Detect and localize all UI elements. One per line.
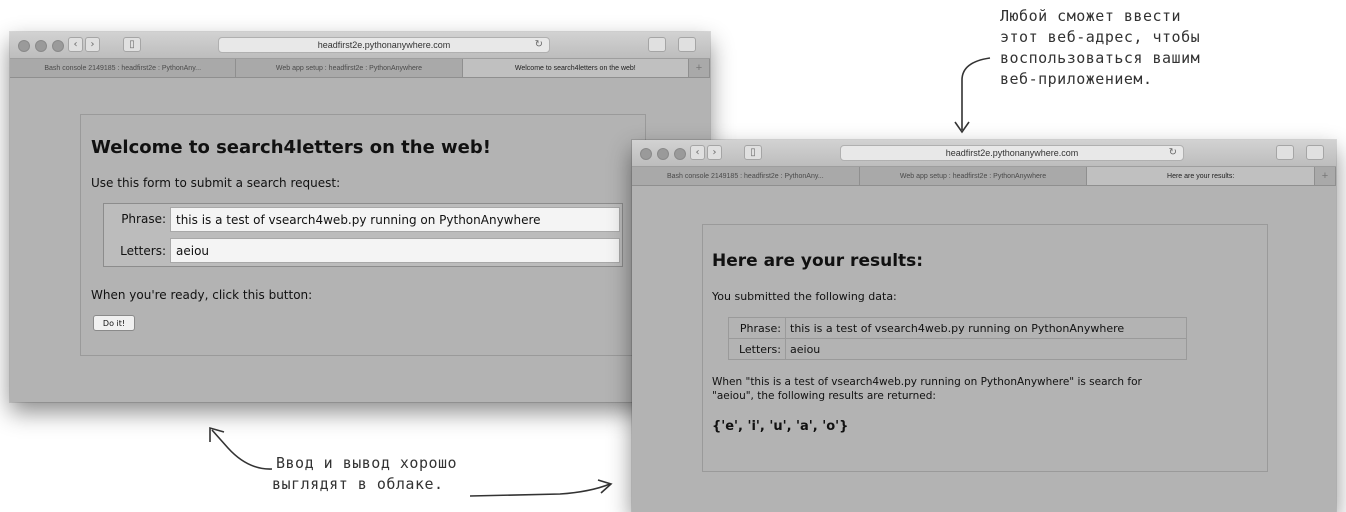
arrow-to-url	[961, 57, 991, 130]
arrow-to-left-window	[211, 429, 273, 470]
annotation-arrows	[209, 57, 991, 497]
arrow-to-right-window	[469, 483, 611, 497]
